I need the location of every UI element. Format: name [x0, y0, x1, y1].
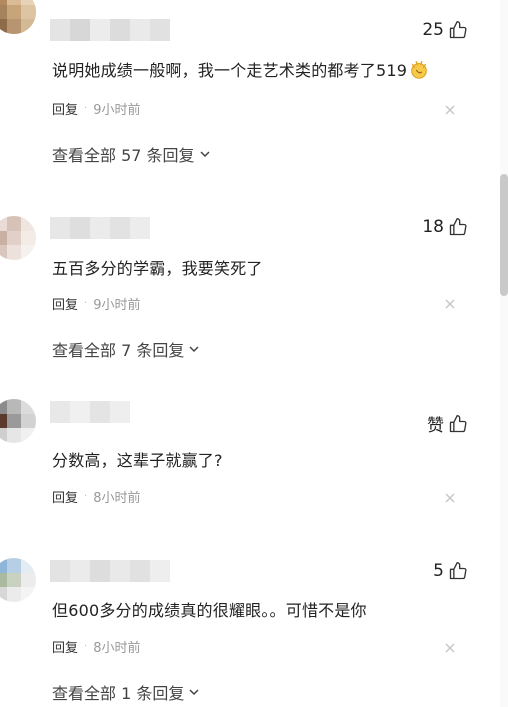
timestamp: 8小时前: [93, 641, 141, 656]
reply-button[interactable]: 回复: [52, 637, 78, 656]
avatar[interactable]: [0, 558, 36, 602]
thumbs-up-icon: [449, 562, 467, 580]
scrollbar-thumb[interactable]: [500, 174, 508, 296]
like-button[interactable]: 5: [433, 561, 468, 581]
comment-4: 5 但600多分的成绩真的很耀眼。。可惜不是你 回复 · 8小时前 查看全部 1…: [0, 0, 500, 707]
comment-meta: 回复 · 8小时前: [52, 637, 140, 656]
username-blurred[interactable]: [50, 560, 170, 582]
like-count: 5: [433, 561, 444, 581]
comment-text: 但600多分的成绩真的很耀眼。。可惜不是你: [52, 601, 367, 620]
close-icon: [445, 643, 455, 653]
chevron-down-icon: [189, 689, 199, 696]
scrollbar-track[interactable]: [500, 0, 508, 707]
separator-dot: ·: [84, 641, 88, 652]
view-all-replies-button[interactable]: 查看全部 1 条回复: [52, 680, 200, 704]
delete-button[interactable]: [444, 642, 456, 654]
